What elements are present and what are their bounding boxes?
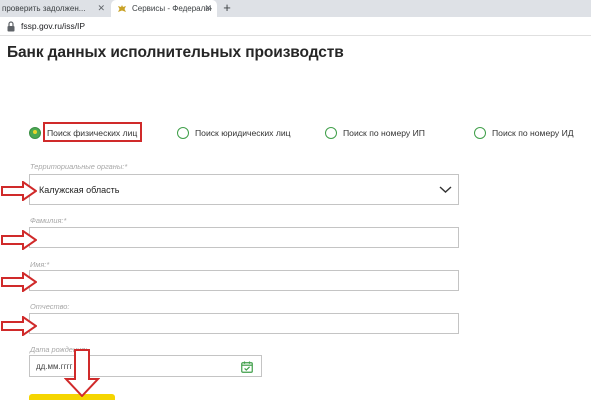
radio-label: Поиск по номеру ИП <box>343 127 425 138</box>
browser-tab-strip: проверить задолжен... ✕ Сервисы - Федера… <box>0 0 591 17</box>
annotation-highlight-box <box>43 122 142 142</box>
close-icon[interactable]: ✕ <box>204 3 212 14</box>
screenshot-root: проверить задолжен... ✕ Сервисы - Федера… <box>0 0 591 400</box>
territory-label: Территориальные органы:* <box>30 162 128 171</box>
page-title: Банк данных исполнительных производств <box>7 44 344 61</box>
new-tab-button[interactable]: + <box>219 0 235 17</box>
url-text: fssp.gov.ru/iss/IP <box>21 21 86 31</box>
patronymic-label: Отчество: <box>30 302 70 311</box>
arrow-right-annotation <box>1 272 37 292</box>
patronymic-input[interactable] <box>29 313 459 334</box>
arrow-right-annotation <box>1 181 37 201</box>
radio-search-id-number[interactable]: Поиск по номеру ИД <box>474 126 574 139</box>
arrow-right-annotation <box>1 316 37 336</box>
radio-label: Поиск по номеру ИД <box>492 127 574 138</box>
territory-select[interactable]: Калужская область <box>29 174 459 205</box>
territory-value: Калужская область <box>39 185 120 195</box>
browser-tab-2[interactable]: Сервисы - Федеральная служб ✕ <box>111 0 217 17</box>
name-label: Имя:* <box>30 260 50 269</box>
radio-search-ip-number[interactable]: Поиск по номеру ИП <box>325 126 425 139</box>
radio-button[interactable] <box>474 126 486 139</box>
emblem-icon <box>118 4 126 12</box>
arrow-down-annotation <box>64 349 100 397</box>
tab-title: Сервисы - Федеральная служб <box>132 4 212 13</box>
arrow-right-annotation <box>1 230 37 250</box>
radio-button[interactable] <box>325 126 337 139</box>
radio-button[interactable] <box>29 126 41 139</box>
radio-button[interactable] <box>177 126 189 139</box>
lock-icon <box>7 21 15 32</box>
chevron-down-icon[interactable] <box>439 184 452 195</box>
tab-title: проверить задолжен... <box>2 4 86 13</box>
surname-label: Фамилия:* <box>30 216 67 225</box>
name-input[interactable] <box>29 270 459 291</box>
radio-search-legal-entities[interactable]: Поиск юридических лиц <box>177 126 291 139</box>
calendar-icon[interactable] <box>241 361 253 373</box>
address-bar[interactable]: fssp.gov.ru/iss/IP <box>0 17 591 36</box>
close-icon[interactable]: ✕ <box>97 3 105 14</box>
radio-label: Поиск юридических лиц <box>195 127 291 138</box>
browser-tab-1[interactable]: проверить задолжен... ✕ <box>0 0 110 17</box>
surname-input[interactable] <box>29 227 459 248</box>
